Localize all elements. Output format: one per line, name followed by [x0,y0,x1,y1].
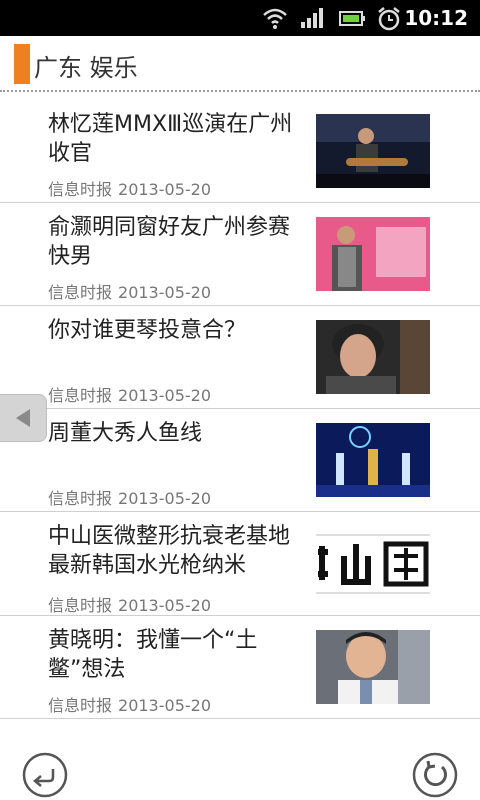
refresh-icon[interactable] [412,752,458,798]
news-thumbnail[interactable] [316,423,430,497]
news-source: 信息时报 [48,596,113,615]
news-date: 2013-05-20 [118,596,211,615]
news-title[interactable]: 你对谁更琴投意合？ [48,316,298,345]
news-title[interactable]: 中山医微整形抗衰老基地 最新韩国水光枪纳米 [48,522,298,580]
news-item[interactable]: 俞灏明同窗好友广州参赛快男 信息时报 2013-05-20 [0,203,480,306]
news-date: 2013-05-20 [118,283,211,302]
news-source: 信息时报 [48,489,113,508]
news-source: 信息时报 [48,180,113,199]
wifi-icon [263,8,287,29]
news-item[interactable]: 林忆莲MMXⅢ巡演在广州收官 信息时报 2013-05-20 [0,100,480,203]
news-date: 2013-05-20 [118,489,211,508]
news-title[interactable]: 周董大秀人鱼线 [48,419,298,448]
news-thumbnail[interactable] [316,320,430,394]
news-date: 2013-05-20 [118,386,211,405]
news-item[interactable]: 你对谁更琴投意合？ 信息时报 2013-05-20 [0,306,480,409]
news-title[interactable]: 俞灏明同窗好友广州参赛快男 [48,213,298,271]
alarm-icon [378,7,400,31]
bottom-toolbar [0,750,480,800]
news-meta: 信息时报 2013-05-20 [48,176,211,200]
news-thumbnail[interactable] [316,114,430,188]
back-arrow-icon[interactable] [22,752,68,798]
status-time: 10:12 [404,6,468,30]
news-item[interactable]: 周董大秀人鱼线 信息时报 2013-05-20 [0,409,480,512]
page-header: 广东 娱乐 [0,36,480,94]
header-divider [0,90,480,92]
news-date: 2013-05-20 [118,696,211,715]
news-title[interactable]: 黄晓明：我懂一个“土鳖”想法 [48,626,298,684]
news-meta: 信息时报 2013-05-20 [48,692,211,716]
news-list[interactable]: 林忆莲MMXⅢ巡演在广州收官 信息时报 2013-05-20 俞灏明同窗好友广州参… [0,100,480,750]
news-meta: 信息时报 2013-05-20 [48,592,211,616]
news-thumbnail[interactable] [316,630,430,704]
news-item[interactable]: 中山医微整形抗衰老基地 最新韩国水光枪纳米 信息时报 2013-05-20 [0,512,480,616]
battery-icon [339,11,365,26]
news-date: 2013-05-20 [118,180,211,199]
news-meta: 信息时报 2013-05-20 [48,279,211,303]
chevron-left-icon [16,409,30,427]
news-source: 信息时报 [48,386,113,405]
news-meta: 信息时报 2013-05-20 [48,382,211,406]
news-meta: 信息时报 2013-05-20 [48,485,211,509]
page-title: 广东 娱乐 [34,54,138,82]
news-source: 信息时报 [48,283,113,302]
header-accent-bar [14,44,30,84]
news-thumbnail[interactable] [316,526,430,600]
news-title[interactable]: 林忆莲MMXⅢ巡演在广州收官 [48,110,298,168]
status-bar: 10:12 [0,0,480,36]
news-thumbnail[interactable] [316,217,430,291]
signal-icon [301,8,323,28]
news-source: 信息时报 [48,696,113,715]
drawer-handle[interactable] [0,394,47,442]
news-item[interactable]: 黄晓明：我懂一个“土鳖”想法 信息时报 2013-05-20 [0,616,480,719]
